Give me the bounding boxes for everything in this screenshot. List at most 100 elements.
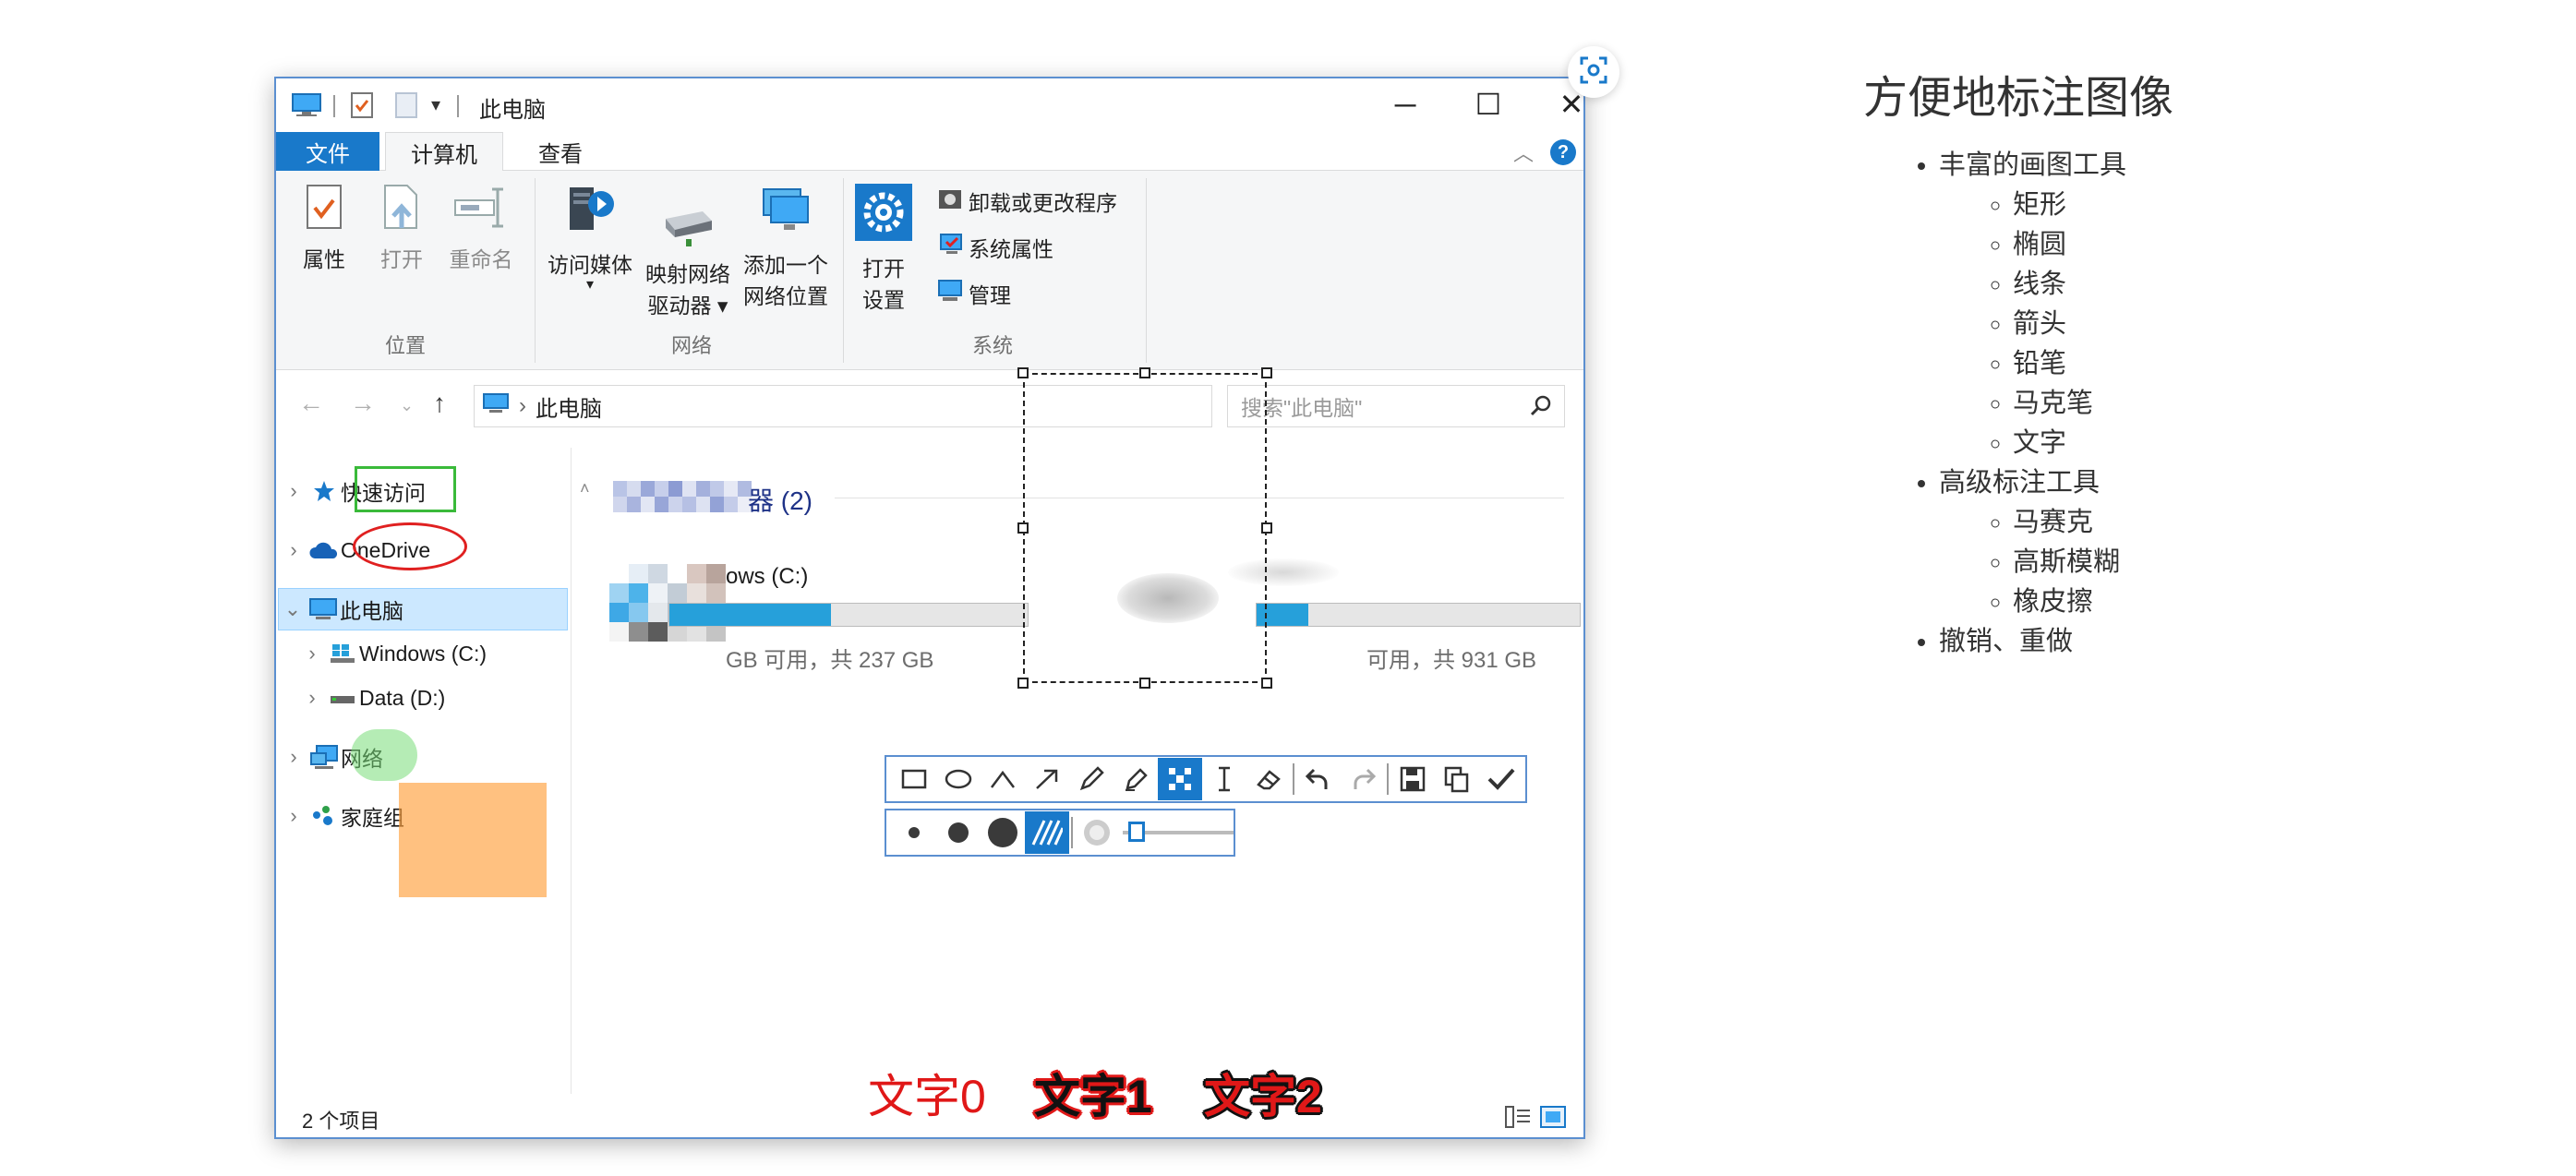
sub-list: 矩形 椭圆 线条 箭头 铅笔 马克笔 文字 xyxy=(1939,186,2546,463)
copy-icon[interactable] xyxy=(1435,758,1479,800)
line-tool-icon[interactable] xyxy=(981,758,1025,800)
rectangle-tool-icon[interactable] xyxy=(892,758,936,800)
annotation-text-outlined-red[interactable]: 文字2 xyxy=(1204,1060,1322,1126)
nav-data-d[interactable]: › Data (D:) xyxy=(298,677,588,719)
tab-view[interactable]: 查看 xyxy=(512,132,608,171)
chevron-right-icon[interactable]: › xyxy=(280,804,307,828)
chevron-right-icon[interactable]: › xyxy=(298,686,326,710)
chevron-right-icon[interactable]: › xyxy=(280,538,307,562)
nav-this-pc[interactable]: ⌄ 此电脑 xyxy=(278,588,568,630)
access-media-button[interactable]: 访问媒体 ▾ xyxy=(544,184,636,293)
add-network-location-button[interactable]: 添加一个 网络位置 xyxy=(738,184,834,312)
properties-icon[interactable] xyxy=(350,91,374,119)
new-folder-icon[interactable] xyxy=(394,91,418,119)
redo-icon[interactable] xyxy=(1341,758,1385,800)
system-properties-button[interactable]: 系统属性 xyxy=(937,232,1053,263)
blur-style-icon[interactable] xyxy=(1075,811,1119,854)
large-icons-view-icon[interactable] xyxy=(1539,1105,1567,1129)
nav-windows-c[interactable]: › Windows (C:) xyxy=(298,632,588,675)
search-input[interactable]: 搜索"此电脑" xyxy=(1227,385,1565,427)
undo-icon[interactable] xyxy=(1296,758,1341,800)
group-label-location: 位置 xyxy=(384,334,426,357)
annotation-ellipse[interactable] xyxy=(353,522,467,570)
resize-handle[interactable] xyxy=(1261,522,1272,534)
program-box-icon xyxy=(937,186,963,216)
resize-handle[interactable] xyxy=(1139,367,1150,378)
resize-handle[interactable] xyxy=(1261,367,1272,378)
annotation-text-plain[interactable]: 文字0 xyxy=(868,1060,986,1126)
chevron-right-icon[interactable]: › xyxy=(280,479,307,503)
homegroup-icon xyxy=(307,804,341,828)
list-item: 箭头 xyxy=(2013,305,2546,344)
mosaic-style-icon[interactable] xyxy=(1025,811,1069,854)
help-icon[interactable]: ? xyxy=(1550,139,1576,165)
annotation-marker-green[interactable] xyxy=(351,729,417,781)
maximize-button[interactable]: ☐ xyxy=(1456,84,1521,125)
annotation-text-outlined[interactable]: 文字1 xyxy=(1034,1060,1152,1126)
chevron-down-icon[interactable]: ⌄ xyxy=(279,597,307,621)
tab-computer[interactable]: 计算机 xyxy=(385,132,503,172)
capture-icon xyxy=(1579,55,1608,90)
collapse-ribbon-icon[interactable]: ︿ xyxy=(1513,138,1534,167)
back-arrow-icon[interactable]: ← xyxy=(298,389,324,418)
annotation-rectangle[interactable] xyxy=(355,466,456,512)
nav-network[interactable]: › 网络 xyxy=(280,736,570,778)
large-size-icon[interactable] xyxy=(981,811,1025,854)
list-item: 矩形 xyxy=(2013,186,2546,225)
map-network-drive-button[interactable]: 映射网络 驱动器 ▾ xyxy=(640,206,736,321)
resize-handle[interactable] xyxy=(1017,367,1029,378)
chevron-right-icon[interactable]: › xyxy=(280,745,307,769)
recent-dropdown-icon[interactable]: ⌄ xyxy=(400,396,414,415)
list-item: 丰富的画图工具 矩形 椭圆 线条 箭头 铅笔 马克笔 文字 xyxy=(1939,146,2546,463)
details-view-icon[interactable] xyxy=(1504,1105,1532,1129)
computer-management-icon xyxy=(937,279,963,308)
collapse-group-icon[interactable]: ˄ xyxy=(580,479,590,498)
up-arrow-icon[interactable]: ↑ xyxy=(433,389,446,418)
intensity-slider[interactable] xyxy=(1123,822,1234,842)
tab-file[interactable]: 文件 xyxy=(276,132,379,171)
properties-icon xyxy=(295,184,354,240)
slider-handle[interactable] xyxy=(1128,822,1145,842)
divider xyxy=(843,178,844,363)
list-item: 线条 xyxy=(2013,265,2546,305)
small-size-icon[interactable] xyxy=(892,811,936,854)
ribbon: 属性 打开 重命名 位置 访问媒体 ▾ 映射网络 驱动器 ▾ 添加一个 网络位置… xyxy=(276,171,1583,370)
marker-tool-icon[interactable] xyxy=(1113,758,1158,800)
list-item: 马克笔 xyxy=(2013,384,2546,424)
eraser-tool-icon[interactable] xyxy=(1246,758,1291,800)
drive-c-label[interactable]: ows (C:) xyxy=(726,564,808,590)
rename-button[interactable]: 重命名 xyxy=(442,184,520,275)
mosaic-tool-icon[interactable] xyxy=(1158,758,1202,800)
resize-handle[interactable] xyxy=(1017,522,1029,534)
chevron-right-icon[interactable]: › xyxy=(298,642,326,666)
network-icon xyxy=(307,744,341,770)
text-tool-icon[interactable] xyxy=(1202,758,1246,800)
medium-size-icon[interactable] xyxy=(936,811,981,854)
resize-handle[interactable] xyxy=(1139,678,1150,689)
forward-arrow-icon[interactable]: → xyxy=(350,389,376,418)
drive-c-usage-fill xyxy=(669,604,831,626)
arrow-tool-icon[interactable] xyxy=(1025,758,1069,800)
divider xyxy=(535,178,536,363)
resize-handle[interactable] xyxy=(1261,678,1272,689)
confirm-icon[interactable] xyxy=(1479,758,1523,800)
uninstall-program-button[interactable]: 卸载或更改程序 xyxy=(937,186,1117,217)
drive-d-space: 可用，共 931 GB xyxy=(1366,648,1537,673)
save-icon[interactable] xyxy=(1390,758,1435,800)
pencil-tool-icon[interactable] xyxy=(1069,758,1113,800)
screenshot-capture-button[interactable] xyxy=(1568,46,1619,98)
ellipse-tool-icon[interactable] xyxy=(936,758,981,800)
manage-button[interactable]: 管理 xyxy=(937,278,1011,309)
open-button[interactable]: 打开 xyxy=(372,184,431,275)
open-settings-button[interactable]: 打开 设置 xyxy=(852,184,915,316)
minimize-button[interactable]: ─ xyxy=(1373,84,1438,125)
selection-box[interactable] xyxy=(1023,373,1267,683)
breadcrumb-this-pc[interactable]: 此电脑 xyxy=(536,390,602,423)
divider xyxy=(1071,817,1073,848)
rename-icon xyxy=(442,184,520,240)
resize-handle[interactable] xyxy=(1017,678,1029,689)
annotation-toolbar xyxy=(885,755,1527,803)
quick-access-dropdown-icon[interactable]: ▾ xyxy=(431,93,440,116)
properties-button[interactable]: 属性 xyxy=(295,184,354,275)
annotation-marker-orange[interactable] xyxy=(399,783,547,897)
